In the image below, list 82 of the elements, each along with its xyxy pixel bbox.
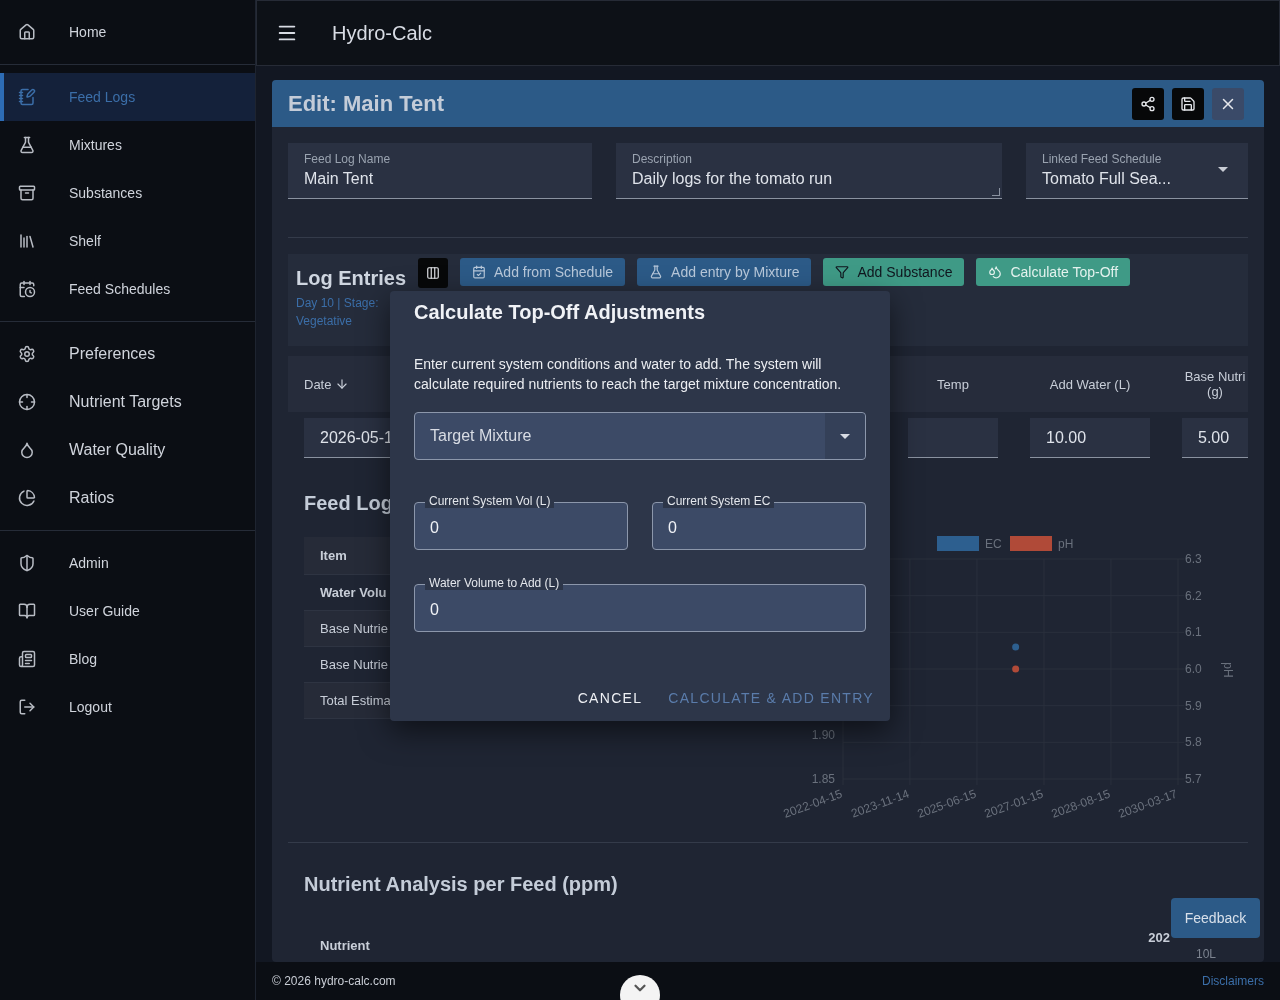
legend-label: pH	[1058, 537, 1074, 551]
stage-info: Day 10 | Stage: Vegetative	[296, 295, 380, 330]
column-header: Nutrient	[320, 938, 370, 953]
calendar-icon	[472, 265, 486, 279]
sidebar-item[interactable]: Substances	[0, 169, 255, 217]
sidebar-item[interactable]: Mixtures	[0, 121, 255, 169]
sidebar-item[interactable]: Admin	[0, 539, 255, 587]
pie-chart-icon	[18, 489, 36, 507]
sidebar-item[interactable]: Feed Schedules	[0, 265, 255, 313]
feedback-button[interactable]: Feedback	[1171, 898, 1260, 938]
action-button[interactable]: Add Substance	[823, 258, 965, 286]
axis-tick-label: 5.8	[1185, 735, 1202, 750]
home-icon	[18, 23, 36, 41]
newspaper-icon	[18, 650, 36, 668]
sidebar-item[interactable]: Blog	[0, 635, 255, 683]
input-field[interactable]: Description Daily logs for the tomato run	[616, 143, 1002, 199]
sidebar-item[interactable]: Water Quality	[0, 426, 255, 474]
action-button[interactable]: Add entry by Mixture	[637, 258, 812, 286]
notebook-pen-icon	[18, 88, 36, 106]
legend-item: pH	[1010, 536, 1074, 551]
column-header[interactable]: Date	[304, 376, 404, 392]
droplets-icon	[988, 265, 1003, 279]
save-icon	[1180, 95, 1196, 112]
app-title: Hydro-Calc	[332, 21, 433, 45]
column-header[interactable]: Temp	[908, 376, 998, 392]
close-button[interactable]	[1212, 87, 1244, 120]
action-button[interactable]: Add from Schedule	[460, 258, 626, 286]
input-field[interactable]: Feed Log Name Main Tent	[288, 143, 592, 199]
column-header[interactable]: Base Nutri (g)	[1182, 369, 1248, 399]
sidebar-item[interactable]: Logout	[0, 683, 255, 731]
card-title: Edit: Main Tent	[288, 90, 446, 117]
axis-tick-label: 1.90	[811, 728, 835, 742]
axis-title: pH	[1221, 662, 1235, 678]
copyright-text: © 2026 hydro-calc.com	[272, 974, 396, 988]
dialog-button[interactable]: CANCEL	[577, 690, 643, 706]
section-title: Log Entries	[296, 266, 406, 290]
share-icon	[1140, 95, 1156, 112]
select-field[interactable]: Linked Feed Schedule Tomato Full Sea...	[1026, 143, 1248, 199]
axis-tick-label: 6.2	[1185, 588, 1202, 603]
dialog-text: Enter current system conditions and water to add. The system will calculate required nutrients to reach the target mixture concentration.	[414, 355, 843, 394]
select-field[interactable]: Target Mixture	[414, 412, 866, 460]
save-button[interactable]	[1172, 87, 1204, 120]
axis-tick-label: 5.9	[1185, 698, 1202, 713]
axis-tick-label: 6.1	[1185, 625, 1202, 640]
sidebar-item[interactable]: Nutrient Targets	[0, 378, 255, 426]
droplet-icon	[18, 441, 36, 459]
columns-button[interactable]	[418, 258, 448, 288]
axis-tick-label: 6.0	[1185, 662, 1202, 676]
crosshair-icon	[18, 393, 36, 411]
section-title: Nutrient Analysis per Feed (ppm)	[304, 873, 618, 896]
disclaimers-link[interactable]: Disclaimers	[1202, 974, 1264, 988]
calendar-clock-icon	[18, 280, 36, 298]
column-header[interactable]: Add Water (L)	[1030, 376, 1150, 392]
sidebar-item[interactable]: Shelf	[0, 217, 255, 265]
sidebar-item[interactable]: User Guide	[0, 587, 255, 635]
dialog-title: Calculate Top-Off Adjustments	[414, 301, 707, 324]
column-header: 202	[1148, 930, 1170, 945]
logout-icon	[18, 698, 36, 716]
axis-tick-label: 1.85	[811, 772, 835, 786]
legend-label: EC	[985, 537, 1002, 551]
input-field[interactable]: 5.00	[1182, 418, 1248, 458]
sidebar-item[interactable]: Preferences	[0, 330, 255, 378]
column-subheader: 10L	[1195, 947, 1216, 961]
data-point	[1012, 665, 1020, 673]
data-point	[1012, 643, 1020, 651]
columns-icon	[426, 266, 440, 280]
axis-tick-label: 6.3	[1185, 552, 1202, 566]
books-icon	[18, 232, 36, 250]
book-icon	[18, 602, 36, 620]
input-field[interactable]: 10.00	[1030, 418, 1150, 458]
settings-icon	[18, 345, 36, 363]
sidebar-item[interactable]: Ratios	[0, 474, 255, 522]
flask-icon	[649, 265, 664, 279]
legend-item: EC	[937, 536, 1002, 551]
box-icon	[18, 184, 36, 202]
sidebar-item[interactable]: Home	[0, 8, 255, 56]
funnel-icon	[835, 265, 850, 279]
shield-icon	[18, 554, 36, 572]
axis-tick-label: 5.7	[1185, 772, 1202, 786]
share-button[interactable]	[1132, 87, 1164, 120]
flask-icon	[18, 136, 36, 154]
input-field[interactable]	[908, 418, 998, 458]
